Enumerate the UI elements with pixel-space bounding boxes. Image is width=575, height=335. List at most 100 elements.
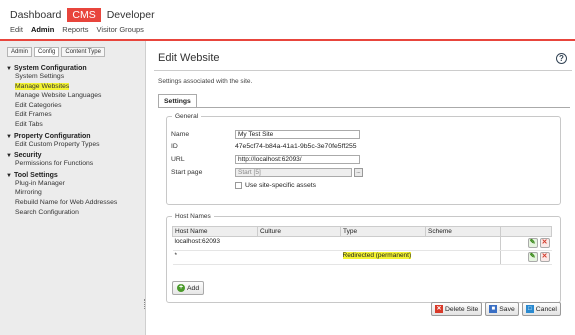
nav-developer[interactable]: Developer xyxy=(107,9,155,21)
product-nav: Dashboard CMS Developer xyxy=(10,8,155,22)
id-label: ID xyxy=(171,143,178,150)
group-label: System Configuration xyxy=(13,65,87,72)
group-tool-settings[interactable]: ▼ Tool Settings xyxy=(6,172,144,179)
table-row: localhost:62093 ✎ ✕ xyxy=(172,236,552,251)
cell-host: localhost:62093 xyxy=(172,236,258,251)
tab-settings[interactable]: Settings xyxy=(158,94,197,108)
site-assets-row: Use site-specific assets xyxy=(235,182,316,189)
sidebar-tree: ▼ System Configuration System Settings Ma… xyxy=(6,62,144,217)
cell-culture xyxy=(257,250,341,265)
save-label: Save xyxy=(499,305,515,313)
sidebar-tabs: Admin Config Content Type xyxy=(7,47,105,57)
page-description: Settings associated with the site. xyxy=(158,78,253,85)
sidebar-item-edit-frames[interactable]: Edit Frames xyxy=(6,110,144,120)
cancel-button[interactable]: □ Cancel xyxy=(521,302,561,316)
edit-pencil-icon[interactable]: ✎ xyxy=(527,252,538,262)
general-fieldset: General Name My Test Site ID 47e5cf74-b8… xyxy=(166,113,561,205)
start-page-label: Start page xyxy=(171,169,203,176)
nav-edit[interactable]: Edit xyxy=(10,25,23,34)
nav-admin[interactable]: Admin xyxy=(31,25,54,34)
title-divider xyxy=(154,70,572,71)
pane-splitter-handle[interactable] xyxy=(144,299,146,309)
delete-x-icon[interactable]: ✕ xyxy=(539,252,550,262)
group-property-configuration[interactable]: ▼ Property Configuration xyxy=(6,133,144,140)
sidebar-tab-admin[interactable]: Admin xyxy=(7,47,33,57)
delete-x-icon[interactable]: ✕ xyxy=(539,238,550,248)
id-value: 47e5cf74-b84a-41a1-9b5c-3e70fe5ff255 xyxy=(235,143,357,150)
nav-cms[interactable]: CMS xyxy=(67,8,101,22)
host-names-table: Host Name Culture Type Scheme localhost:… xyxy=(172,226,552,265)
name-label: Name xyxy=(171,131,190,138)
sidebar-item-mirroring[interactable]: Mirroring xyxy=(6,188,144,198)
name-row: Name My Test Site xyxy=(171,130,360,139)
nav-dashboard[interactable]: Dashboard xyxy=(10,9,61,21)
url-row: URL http://localhost:62093/ xyxy=(171,155,360,164)
table-row: * Redirected (permanent) ✎ ✕ xyxy=(172,250,552,265)
id-row: ID 47e5cf74-b84a-41a1-9b5c-3e70fe5ff255 xyxy=(171,143,357,150)
plus-icon: + xyxy=(177,284,185,292)
group-label: Property Configuration xyxy=(13,132,91,140)
form-actions: ✕ Delete Site ■ Save □ Cancel xyxy=(431,302,561,316)
sidebar-item-rebuild-name[interactable]: Rebuild Name for Web Addresses xyxy=(6,198,144,208)
delete-site-label: Delete Site xyxy=(445,305,479,313)
add-label: Add xyxy=(187,284,200,292)
url-field[interactable]: http://localhost:62093/ xyxy=(235,155,360,164)
sidebar-item-search-configuration[interactable]: Search Configuration xyxy=(6,208,144,218)
sidebar-item-edit-tabs[interactable]: Edit Tabs xyxy=(6,120,144,130)
cell-host: * xyxy=(172,250,258,265)
page-title: Edit Website xyxy=(158,52,220,64)
sidebar-item-system-settings[interactable]: System Settings xyxy=(6,72,144,82)
help-icon[interactable]: ? xyxy=(556,53,567,64)
sidebar-tab-content-type[interactable]: Content Type xyxy=(61,47,105,57)
cell-scheme xyxy=(425,250,501,265)
edit-pencil-icon[interactable]: ✎ xyxy=(527,238,538,248)
column-scheme: Scheme xyxy=(425,226,501,237)
group-system-configuration[interactable]: ▼ System Configuration xyxy=(6,65,144,72)
site-assets-label: Use site-specific assets xyxy=(245,182,317,189)
cell-type: Redirected (permanent) xyxy=(340,250,426,265)
nav-reports[interactable]: Reports xyxy=(62,25,88,34)
group-security[interactable]: ▼ Security xyxy=(6,152,144,159)
cell-actions: ✎ ✕ xyxy=(500,250,552,265)
table-header-row: Host Name Culture Type Scheme xyxy=(172,226,552,237)
add-host-button[interactable]: + Add xyxy=(172,281,205,295)
site-assets-checkbox[interactable] xyxy=(235,182,242,189)
column-host-name: Host Name xyxy=(172,226,258,237)
sidebar-item-label: Manage Websites xyxy=(15,82,70,90)
expanded-triangle-icon: ▼ xyxy=(6,66,12,72)
sidebar-item-manage-website-languages[interactable]: Manage Website Languages xyxy=(6,91,144,101)
start-page-row: Start page Start [5] ... xyxy=(171,168,363,177)
save-button[interactable]: ■ Save xyxy=(485,302,519,316)
column-culture: Culture xyxy=(257,226,341,237)
group-label: Tool Settings xyxy=(13,171,58,179)
start-page-picker-button[interactable]: ... xyxy=(354,168,363,177)
cancel-label: Cancel xyxy=(535,305,557,313)
main-panel: Edit Website ? Settings associated with … xyxy=(148,41,575,335)
type-value: Redirected (permanent) xyxy=(342,252,412,259)
sidebar-item-plugin-manager[interactable]: Plug-in Manager xyxy=(6,179,144,189)
sidebar-item-edit-categories[interactable]: Edit Categories xyxy=(6,101,144,111)
column-actions xyxy=(500,226,552,237)
delete-x-icon: ✕ xyxy=(435,305,443,313)
nav-visitor-groups[interactable]: Visitor Groups xyxy=(97,25,144,34)
sidebar-item-manage-websites[interactable]: Manage Websites xyxy=(6,82,144,92)
url-label: URL xyxy=(171,156,185,163)
cell-scheme xyxy=(425,236,501,251)
delete-site-button[interactable]: ✕ Delete Site xyxy=(431,302,483,316)
sidebar-item-edit-custom-property-types[interactable]: Edit Custom Property Types xyxy=(6,140,144,150)
cancel-icon: □ xyxy=(525,305,534,313)
expanded-triangle-icon: ▼ xyxy=(6,133,12,140)
start-page-field: Start [5] xyxy=(235,168,352,177)
top-bar: Dashboard CMS Developer Edit Admin Repor… xyxy=(0,0,575,38)
expanded-triangle-icon: ▼ xyxy=(6,172,12,179)
save-disk-icon: ■ xyxy=(489,305,498,313)
cell-type xyxy=(340,236,426,251)
name-field[interactable]: My Test Site xyxy=(235,130,360,139)
sidebar-item-permissions-for-functions[interactable]: Permissions for Functions xyxy=(6,159,144,169)
sidebar: Admin Config Content Type ▼ System Config… xyxy=(0,41,146,335)
group-label: Security xyxy=(13,152,42,160)
cell-culture xyxy=(257,236,341,251)
sidebar-tab-config[interactable]: Config xyxy=(34,47,60,57)
mode-nav: Edit Admin Reports Visitor Groups xyxy=(10,25,144,34)
general-legend: General xyxy=(175,113,199,120)
